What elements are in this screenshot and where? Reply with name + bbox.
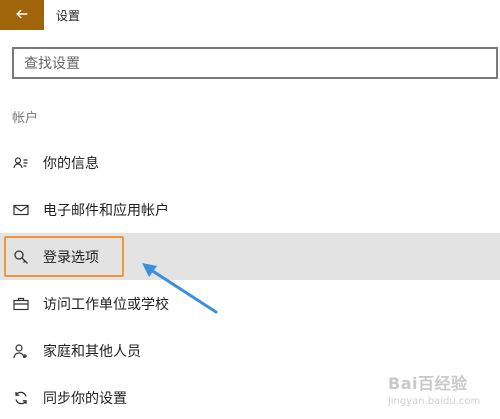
back-arrow-icon	[15, 6, 29, 25]
nav-item-label: 电子邮件和应用帐户	[43, 202, 169, 219]
nav-item-email-accounts[interactable]: 电子邮件和应用帐户	[0, 186, 500, 233]
nav-item-label: 家庭和其他人员	[43, 343, 141, 360]
briefcase-icon	[12, 295, 30, 313]
sync-icon	[12, 389, 30, 407]
person-add-icon	[12, 342, 30, 360]
search-placeholder: 查找设置	[24, 56, 80, 72]
page-title: 设置	[56, 9, 81, 23]
nav-item-sign-in-options[interactable]: 登录选项	[0, 233, 500, 280]
watermark-subtext: jingyan.baidu.com	[388, 396, 481, 407]
search-input[interactable]: 查找设置	[12, 47, 498, 79]
back-button[interactable]	[0, 0, 44, 30]
nav-item-label: 同步你的设置	[43, 390, 127, 407]
mail-icon	[12, 201, 30, 219]
highlight-box	[4, 236, 124, 277]
nav-item-work-school[interactable]: 访问工作单位或学校	[0, 280, 500, 327]
watermark: Bai百经验 jingyan.baidu.com	[388, 370, 498, 416]
watermark-text: Bai百经验	[388, 374, 468, 393]
nav-item-your-info[interactable]: 你的信息	[0, 139, 500, 186]
person-card-icon	[12, 154, 30, 172]
section-label-accounts: 帐户	[12, 111, 39, 126]
nav-item-family-others[interactable]: 家庭和其他人员	[0, 327, 500, 374]
nav-item-label: 你的信息	[43, 155, 99, 172]
annotation-arrow	[142, 263, 218, 314]
